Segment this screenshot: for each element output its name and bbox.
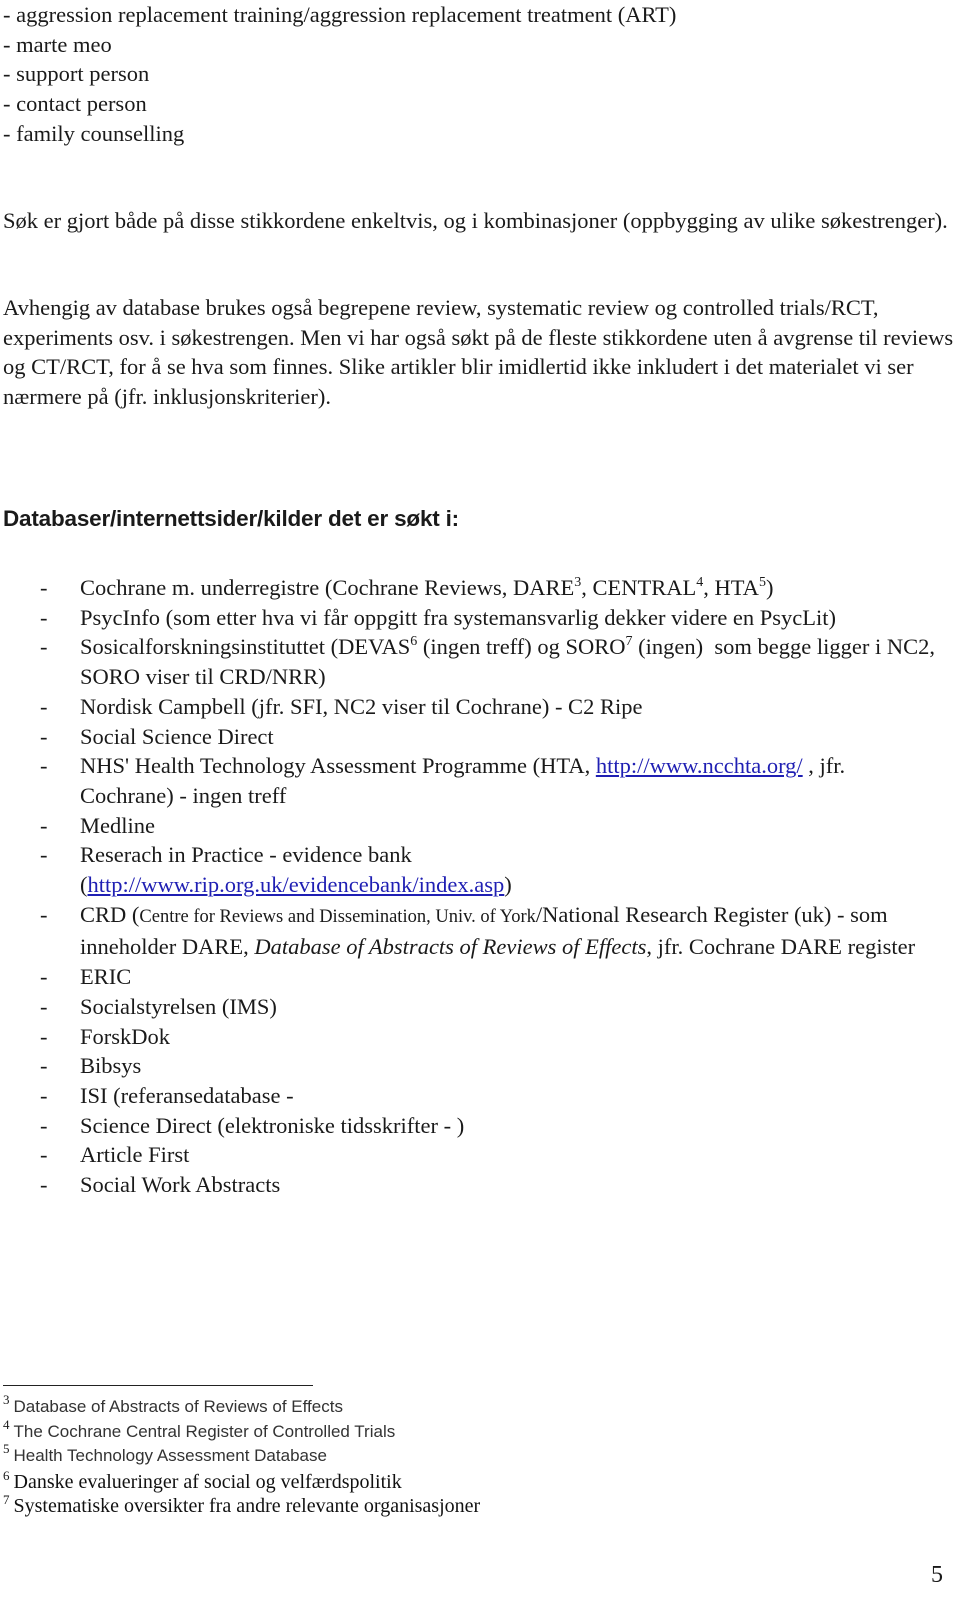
bullet-dash: - [40, 634, 48, 660]
bullet-dash: - [40, 901, 48, 927]
search-terms-list: - aggression replacement training/aggres… [3, 0, 676, 149]
list-item-medline: - Medline [0, 811, 960, 841]
list-item-psycinfo: - PsycInfo (som etter hva vi får oppgitt… [0, 603, 960, 633]
list-item-bibsys: - Bibsys [0, 1051, 960, 1081]
search-term-item: - marte meo [3, 31, 112, 57]
page-number: 5 [931, 1562, 943, 1588]
footnote-ref[interactable]: 7 [626, 634, 633, 649]
search-term-item: - contact person [3, 91, 147, 117]
bullet-dash: - [40, 1172, 48, 1198]
paragraph-database-terms: Avhengig av database brukes også begrepe… [3, 295, 954, 410]
footnote-5: 5 Health Technology Assessment Database [3, 1441, 327, 1465]
bullet-dash: - [40, 964, 48, 990]
database-list: - Cochrane m. underregistre (Cochrane Re… [0, 573, 960, 1200]
ncchta-link[interactable]: http://www.ncchta.org/ [596, 753, 803, 778]
list-item-research-in-practice: - Reserach in Practice - evidence bank (… [40, 842, 512, 898]
footnote-separator [3, 1385, 313, 1386]
bullet-dash: - [40, 1112, 48, 1138]
footnote-3: 3 Database of Abstracts of Reviews of Eff… [3, 1392, 343, 1416]
bullet-dash: - [40, 1023, 48, 1049]
bullet-dash: - [40, 1082, 48, 1108]
search-term-item: - family counselling [3, 120, 185, 146]
list-item-social-science-direct: - Social Science Direct [0, 722, 960, 752]
bullet-dash: - [40, 993, 48, 1019]
footnote-ref[interactable]: 5 [759, 575, 766, 590]
bullet-dash: - [40, 812, 48, 838]
rip-evidence-bank-link[interactable]: http://www.rip.org.uk/evidencebank/index… [88, 872, 505, 897]
bullet-dash: - [40, 693, 48, 719]
list-item-forskdok: - ForskDok [0, 1022, 960, 1052]
footnote-6: 6 Danske evalueringer af social og velfær… [3, 1467, 402, 1493]
paragraph-search-combinations: Søk er gjort både på disse stikkordene e… [3, 208, 948, 233]
footnote-4: 4 The Cochrane Central Register of Contro… [3, 1416, 396, 1441]
list-item-nhs-hta: - NHS' Health Technology Assessment Prog… [40, 753, 846, 808]
bullet-dash: - [40, 842, 48, 868]
search-term-item: - aggression replacement training/aggres… [3, 2, 677, 27]
list-item-isi: - ISI (referansedatabase - [0, 1081, 960, 1111]
bullet-dash: - [40, 604, 48, 630]
list-item-socialstyrelsen: - Socialstyrelsen (IMS) [0, 992, 960, 1022]
bullet-dash: - [40, 1053, 48, 1079]
footnote-7: 7 Systematiske oversikter fra andre relev… [3, 1492, 481, 1517]
bullet-dash: - [40, 575, 48, 600]
list-item-sosical: - Sosicalforskningsinstituttet (DEVAS6 (… [40, 634, 941, 690]
list-item-science-direct: - Science Direct (elektroniske tidsskrif… [0, 1111, 960, 1141]
footnotes: 3 Database of Abstracts of Reviews of Eff… [3, 1392, 481, 1520]
list-item-cochrane: - Cochrane m. underregistre (Cochrane Re… [0, 573, 960, 603]
bullet-dash: - [40, 753, 48, 779]
search-term-item: - support person [3, 61, 150, 87]
section-heading: Databaser/internettsider/kilder det er s… [3, 506, 459, 531]
bullet-dash: - [40, 723, 48, 749]
list-item-crd: - CRD (Centre for Reviews and Disseminat… [40, 901, 916, 960]
bullet-dash: - [40, 1142, 48, 1168]
list-item-social-work-abstracts: - Social Work Abstracts [0, 1170, 960, 1200]
list-item-article-first: - Article First [0, 1140, 960, 1170]
list-item-nordisk-campbell: - Nordisk Campbell (jfr. SFI, NC2 viser … [0, 692, 960, 722]
list-item-eric: - ERIC [0, 962, 960, 992]
